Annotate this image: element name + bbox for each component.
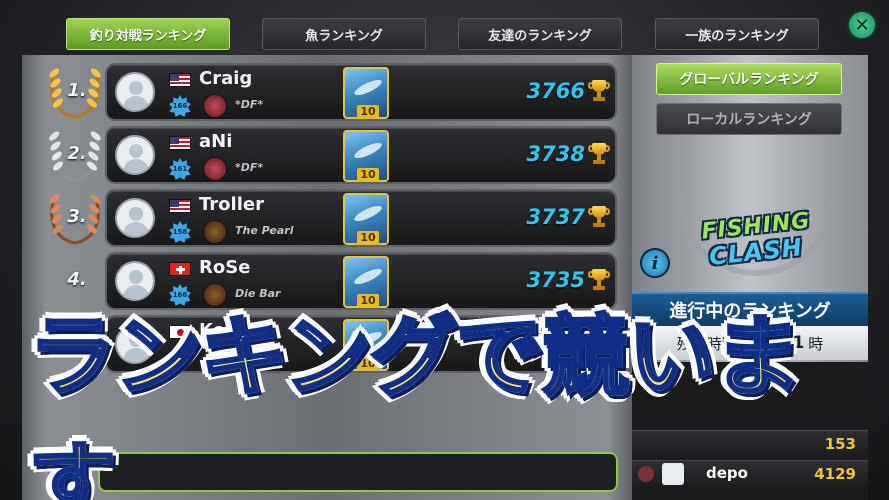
fish-card-level: 10 [357, 168, 379, 182]
tab-friends-ranking[interactable]: 友達のランキング [458, 18, 622, 50]
leaderboard-row[interactable]: Troller 158 The Pearl 10 3737 [105, 189, 617, 247]
avatar[interactable] [115, 135, 155, 175]
tab-clan-ranking[interactable]: 一族のランキング [655, 18, 819, 50]
fishing-clash-logo: FISHING CLASH [676, 186, 836, 286]
fish-card-level: 10 [357, 105, 379, 119]
fish-card-icon[interactable]: 10 [343, 193, 389, 245]
ranking-tabs: 釣り対戦ランキング 魚ランキング 友達のランキング 一族のランキング [0, 18, 889, 50]
promo-banner-text: ランキングで競います [27, 304, 868, 500]
fish-card-level: 10 [357, 231, 379, 245]
tab-fish-ranking[interactable]: 魚ランキング [262, 18, 426, 50]
player-name[interactable]: aNi [199, 131, 232, 152]
country-flag-icon [169, 199, 191, 213]
clan-icon [203, 220, 227, 244]
trophy-icon [588, 80, 610, 104]
country-flag-icon [169, 262, 191, 276]
player-level-badge: 158 [169, 221, 191, 243]
tournament-score: 3766 [526, 79, 585, 103]
clan-icon [203, 94, 227, 118]
avatar[interactable] [115, 72, 155, 112]
close-icon: ✕ [854, 14, 870, 36]
player-level-badge: 166 [169, 95, 191, 117]
rank-number: 2. [67, 143, 87, 164]
tournament-score: 3737 [526, 205, 585, 229]
rank-number: 3. [67, 206, 87, 227]
close-button[interactable]: ✕ [847, 10, 877, 40]
tab-fishing-battle-ranking[interactable]: 釣り対戦ランキング [66, 18, 230, 50]
clan-name: *DF* [235, 98, 264, 111]
info-button[interactable]: i [640, 248, 670, 278]
tournament-score: 3738 [526, 142, 585, 166]
leaderboard-row[interactable]: aNi 161 *DF* 10 3738 [105, 126, 617, 184]
clan-name: *DF* [235, 161, 264, 174]
country-flag-icon [169, 73, 191, 87]
avatar[interactable] [115, 198, 155, 238]
local-ranking-button[interactable]: ローカルランキング [656, 103, 842, 135]
clan-icon [203, 157, 227, 181]
player-name[interactable]: Troller [199, 194, 264, 215]
fish-card-icon[interactable]: 10 [343, 130, 389, 182]
clan-name: The Pearl [235, 224, 294, 237]
rank-number: 1. [67, 80, 87, 101]
player-name[interactable]: RoSe [199, 257, 250, 278]
player-level-badge: 161 [169, 158, 191, 180]
trophy-icon [588, 143, 610, 167]
leaderboard-row[interactable]: Craig 166 *DF* 10 3766 [105, 63, 617, 121]
country-flag-icon [169, 136, 191, 150]
info-icon: i [651, 252, 659, 274]
trophy-icon [588, 206, 610, 230]
global-ranking-button[interactable]: グローバルランキング [656, 63, 842, 95]
player-name[interactable]: Craig [199, 68, 252, 89]
fish-card-icon[interactable]: 10 [343, 67, 389, 119]
